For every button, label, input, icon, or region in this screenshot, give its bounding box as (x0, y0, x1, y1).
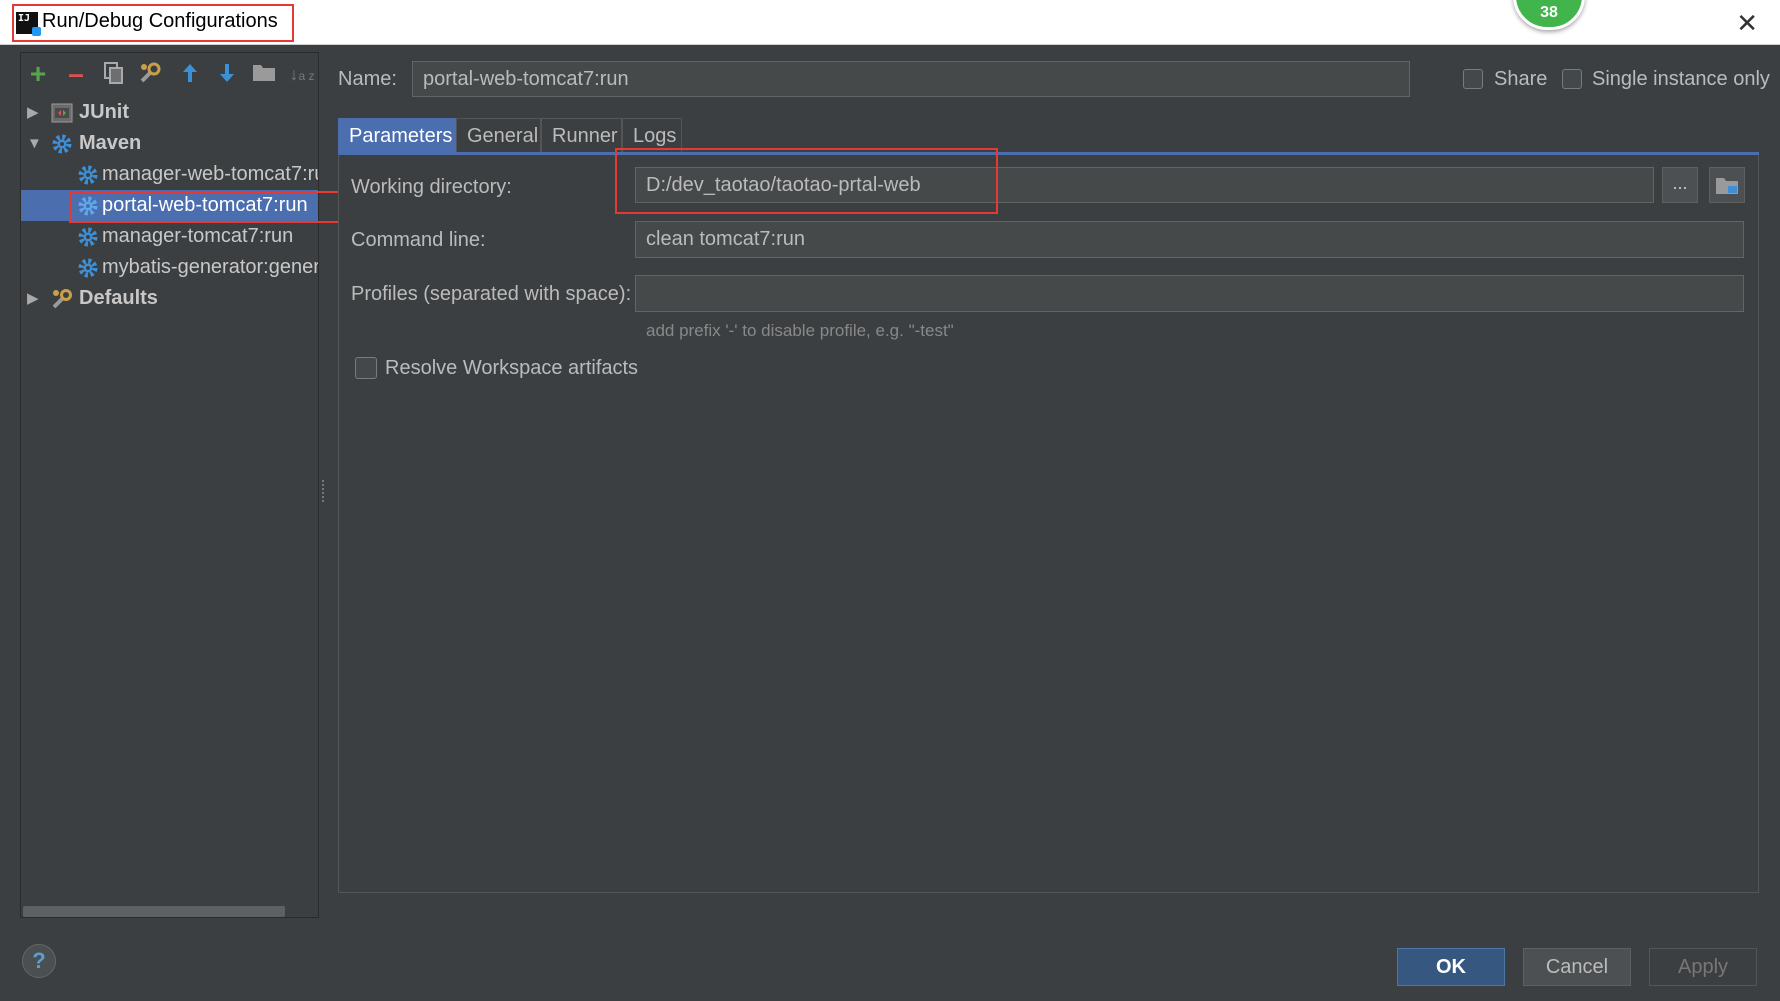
working-directory-label: Working directory: (351, 176, 512, 198)
maven-gear-icon (78, 165, 98, 185)
maven-gear-icon (78, 227, 98, 247)
single-instance-checkbox[interactable] (1562, 69, 1582, 89)
highlight-box-working-directory (615, 148, 998, 214)
wrench-icon[interactable] (137, 61, 163, 87)
arrow-down-icon[interactable] (214, 61, 240, 87)
tab-runner[interactable]: Runner (541, 118, 622, 153)
junit-icon (51, 103, 73, 123)
expand-right-icon[interactable]: ▶ (27, 283, 41, 314)
arrow-up-icon[interactable] (177, 61, 203, 87)
resolve-workspace-checkbox[interactable] (355, 357, 377, 379)
tree-label-defaults: Defaults (79, 287, 158, 309)
maven-gear-icon (78, 258, 98, 278)
tree-item-label: manager-web-tomcat7:run (102, 163, 319, 185)
title-bar: IJ Run/Debug Configurations ✕ (0, 0, 1780, 45)
tree-item-manager-tomcat7[interactable]: manager-tomcat7:run (21, 221, 318, 252)
tree-item-manager-web-tomcat7[interactable]: manager-web-tomcat7:run (21, 159, 318, 190)
highlight-box-title (12, 4, 294, 42)
tree-node-defaults[interactable]: ▶ Defaults (21, 283, 318, 314)
maven-gear-icon (52, 134, 72, 154)
folder-browse-button[interactable] (1709, 167, 1745, 203)
ok-button[interactable]: OK (1397, 948, 1505, 986)
highlight-box-selected-item (69, 191, 356, 223)
browse-button[interactable]: ... (1662, 167, 1698, 203)
tab-general[interactable]: General (456, 118, 541, 153)
command-line-label: Command line: (351, 229, 486, 251)
name-label: Name: (338, 68, 397, 90)
name-input[interactable]: portal-web-tomcat7:run (412, 61, 1410, 97)
horizontal-scrollbar[interactable] (23, 906, 285, 917)
copy-icon[interactable] (101, 61, 127, 87)
expand-down-icon[interactable]: ▼ (27, 128, 42, 159)
minus-icon[interactable]: – (63, 60, 89, 88)
panel-splitter[interactable] (322, 480, 328, 502)
wrench-icon (52, 289, 72, 309)
tree-item-label: mybatis-generator:generate (102, 256, 318, 278)
close-icon[interactable]: ✕ (1736, 8, 1758, 39)
plus-icon[interactable]: + (25, 60, 51, 88)
configurations-tree-panel: + – ↓a z ▶ JUnit ▼ Maven manager-web-tom… (20, 52, 319, 918)
tree-item-label: manager-tomcat7:run (102, 225, 294, 247)
tree-node-junit[interactable]: ▶ JUnit (21, 97, 318, 128)
tree-toolbar: + – ↓a z (21, 53, 318, 97)
share-checkbox[interactable] (1463, 69, 1483, 89)
help-button[interactable]: ? (22, 944, 56, 978)
cancel-button[interactable]: Cancel (1523, 948, 1631, 986)
share-label: Share (1494, 68, 1548, 90)
tree-node-maven[interactable]: ▼ Maven (21, 128, 318, 159)
resolve-workspace-label: Resolve Workspace artifacts (385, 357, 639, 379)
tree-label-junit: JUnit (79, 101, 129, 123)
tree-label-maven: Maven (79, 132, 142, 154)
command-line-input[interactable]: clean tomcat7:run (635, 221, 1744, 258)
parameters-panel (338, 155, 1759, 893)
expand-right-icon[interactable]: ▶ (27, 97, 41, 128)
folder-icon[interactable] (251, 61, 277, 87)
profiles-input[interactable] (635, 275, 1744, 312)
apply-button[interactable]: Apply (1649, 948, 1757, 986)
single-instance-label: Single instance only (1592, 68, 1770, 90)
profiles-hint: add prefix '-' to disable profile, e.g. … (646, 321, 954, 340)
sort-icon[interactable]: ↓a z (289, 61, 315, 87)
profiles-label: Profiles (separated with space): (351, 283, 632, 305)
folder-icon (1716, 178, 1738, 194)
tree-item-mybatis-generator[interactable]: mybatis-generator:generate (21, 252, 318, 283)
tab-parameters[interactable]: Parameters (338, 118, 456, 153)
